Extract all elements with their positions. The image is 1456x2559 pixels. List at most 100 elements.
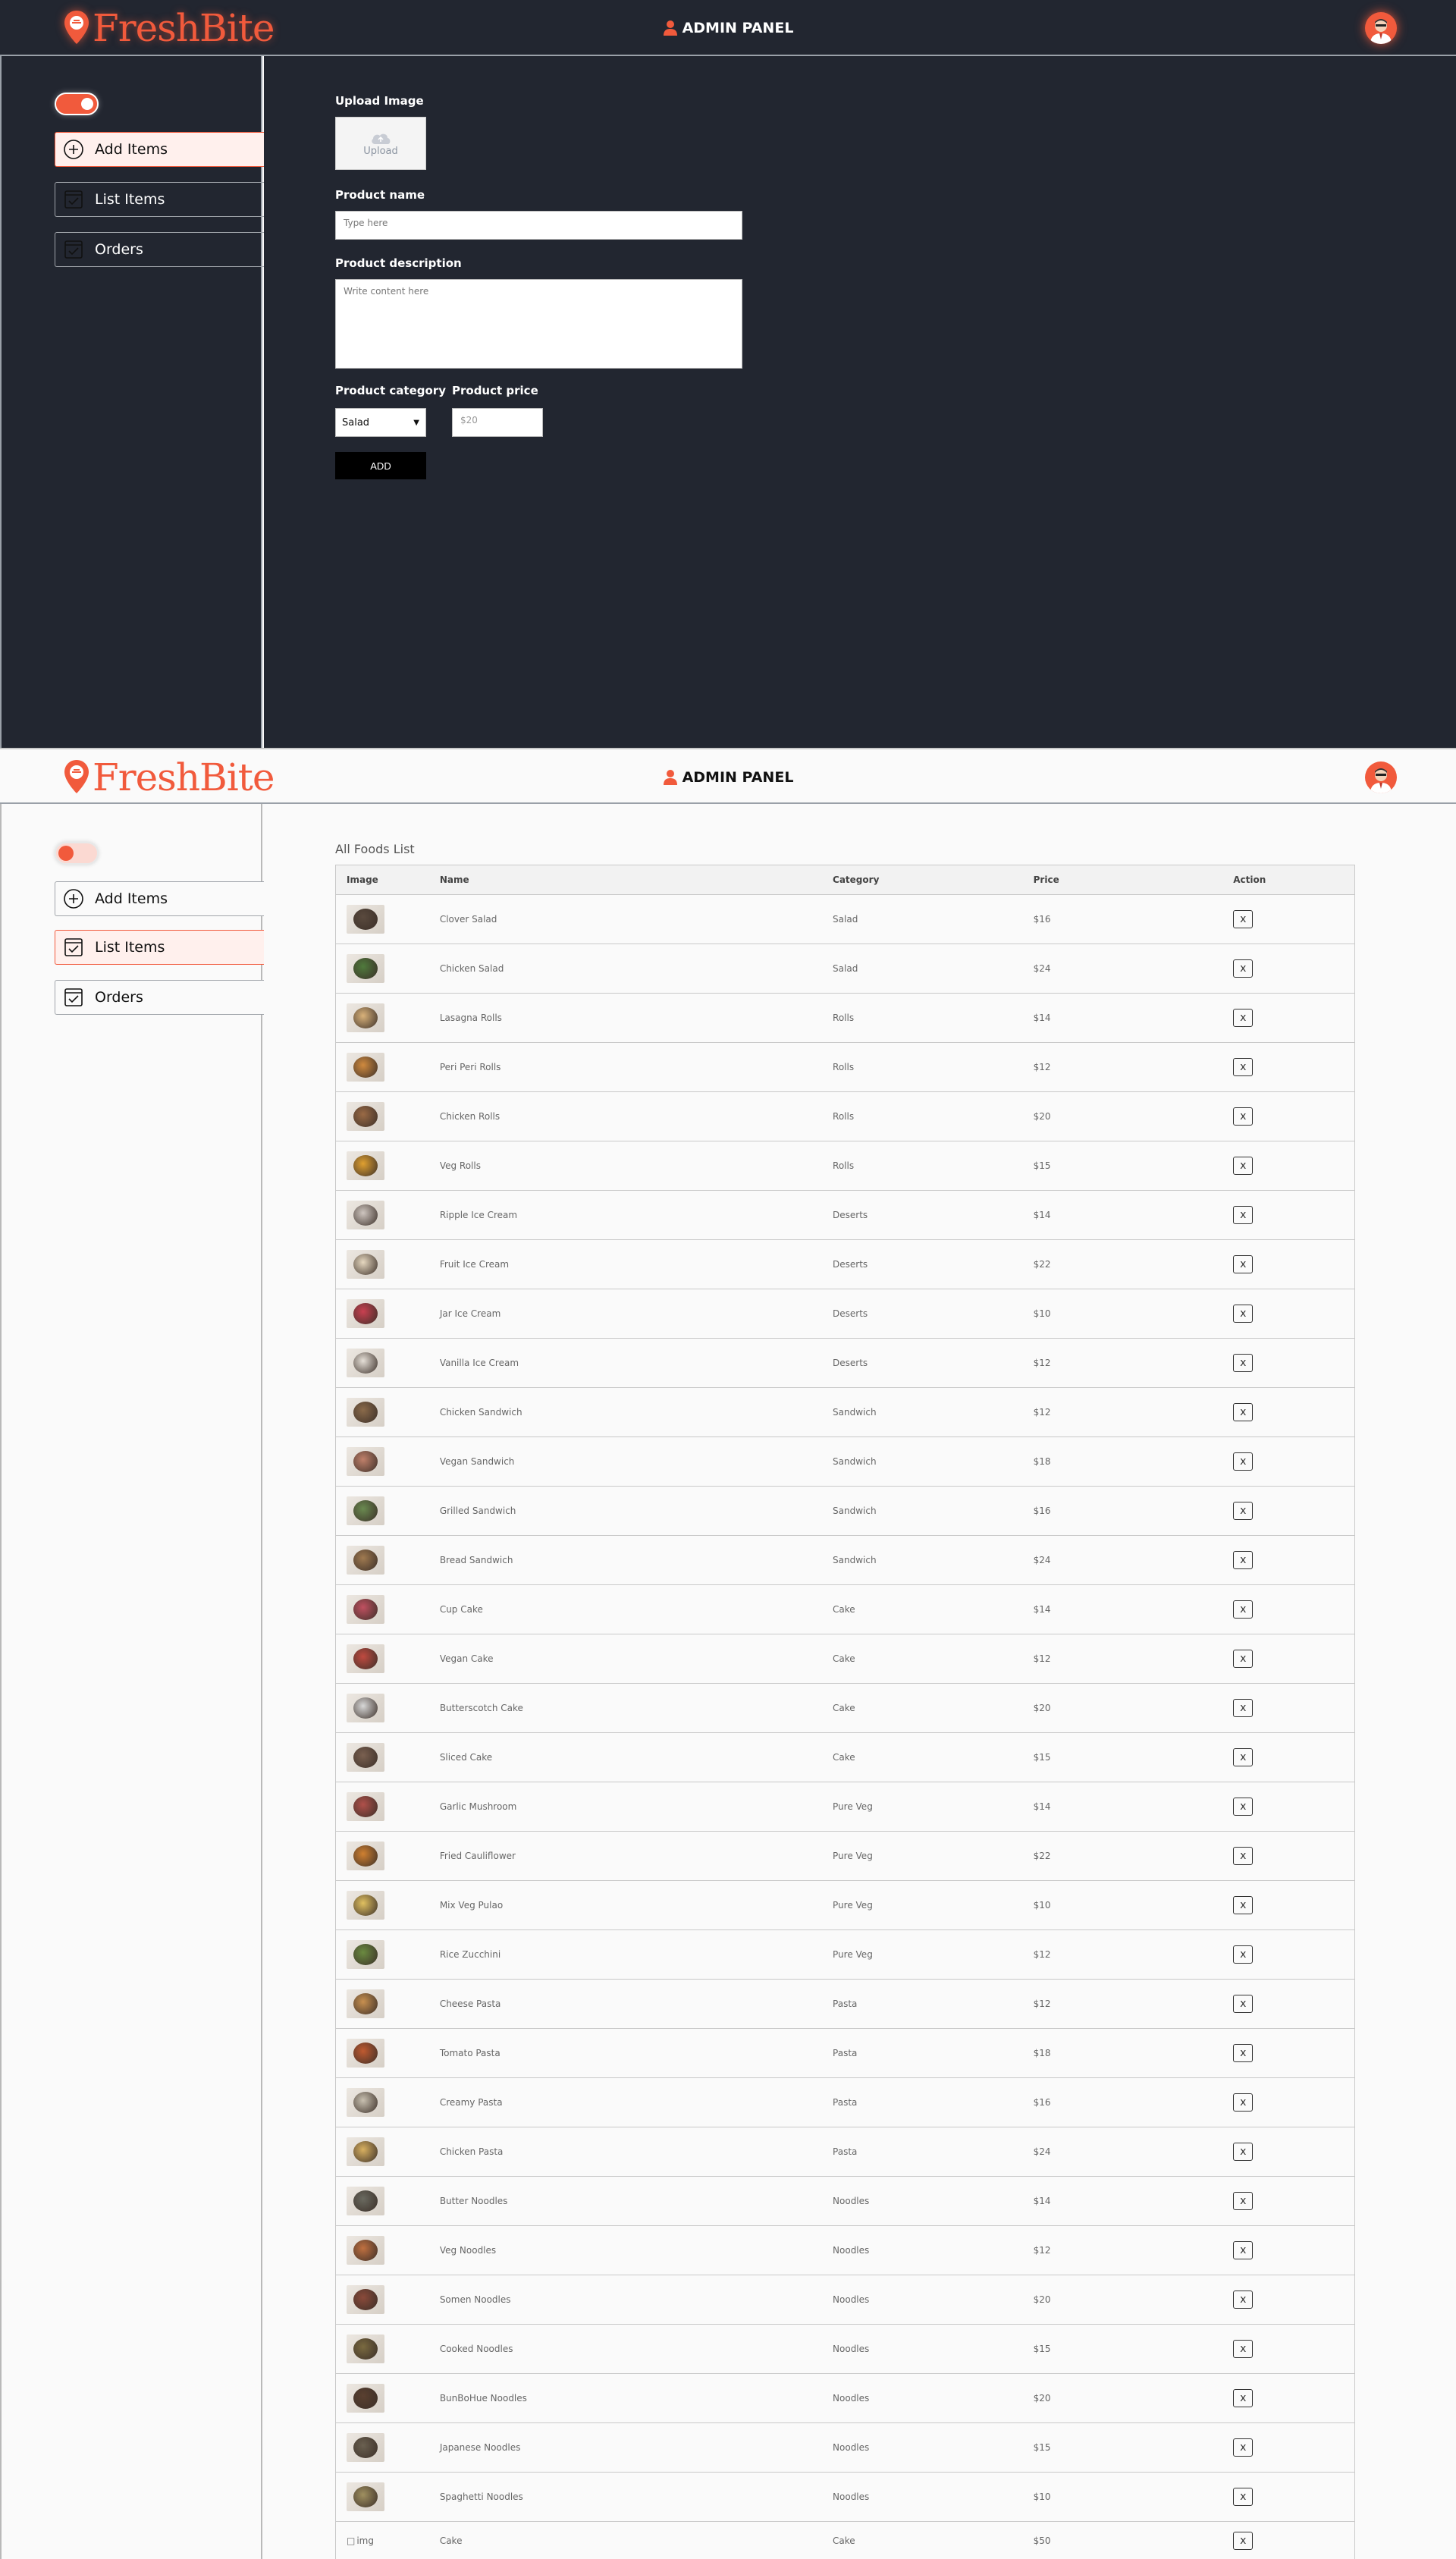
- remove-item-button[interactable]: x: [1233, 2044, 1254, 2062]
- remove-item-button[interactable]: x: [1233, 2241, 1254, 2259]
- food-thumbnail: [347, 2433, 384, 2462]
- remove-item-button[interactable]: x: [1233, 1699, 1254, 1717]
- product-category-select[interactable]: Salad ▼: [335, 408, 426, 437]
- avatar[interactable]: [1365, 12, 1397, 44]
- checklist-icon: [63, 987, 84, 1008]
- remove-item-button[interactable]: x: [1233, 1945, 1254, 1964]
- remove-item-button[interactable]: x: [1233, 1009, 1254, 1027]
- food-name: Chicken Pasta: [439, 2146, 504, 2157]
- food-price: $18: [1033, 2048, 1051, 2058]
- remove-item-button[interactable]: x: [1233, 1452, 1254, 1471]
- remove-item-button[interactable]: x: [1233, 2389, 1254, 2407]
- food-name: Cake: [439, 2535, 463, 2546]
- product-name-input[interactable]: Type here: [335, 211, 742, 240]
- page-title: All Foods List: [335, 842, 415, 856]
- table-row: BunBoHue Noodles Noodles $20 x: [335, 2374, 1355, 2423]
- sidebar-item-add-items[interactable]: Add Items: [55, 132, 264, 167]
- remove-item-button[interactable]: x: [1233, 1995, 1254, 2013]
- remove-item-button[interactable]: x: [1233, 2093, 1254, 2112]
- remove-item-button[interactable]: x: [1233, 1600, 1254, 1619]
- remove-item-button[interactable]: x: [1233, 1305, 1254, 1323]
- product-price-input[interactable]: $20: [452, 408, 543, 437]
- remove-item-button[interactable]: x: [1233, 2143, 1254, 2161]
- remove-item-button[interactable]: x: [1233, 1157, 1254, 1175]
- table-row: Lasagna Rolls Rolls $14 x: [335, 994, 1355, 1043]
- food-price: $14: [1033, 1013, 1051, 1023]
- cell-image: [336, 1003, 440, 1032]
- food-price: $12: [1033, 1999, 1051, 2009]
- food-category: Sandwich: [833, 1456, 877, 1467]
- table-row: Vegan Sandwich Sandwich $18 x: [335, 1437, 1355, 1487]
- table-row: Rice Zucchini Pure Veg $12 x: [335, 1930, 1355, 1980]
- remove-item-button[interactable]: x: [1233, 1206, 1254, 1224]
- sidebar-item-label: Orders: [95, 241, 143, 258]
- remove-item-button[interactable]: x: [1233, 2488, 1254, 2506]
- product-description-textarea[interactable]: Write content here: [335, 279, 742, 369]
- remove-item-button[interactable]: x: [1233, 2340, 1254, 2358]
- avatar[interactable]: [1365, 761, 1397, 793]
- cell-image: [336, 1644, 440, 1673]
- remove-item-button[interactable]: x: [1233, 1354, 1254, 1372]
- remove-item-button[interactable]: x: [1233, 2531, 1254, 2550]
- food-category: Sandwich: [833, 1506, 877, 1516]
- cell-image: [336, 2384, 440, 2413]
- cell-action: x: [1233, 1551, 1354, 1569]
- sidebar-item-list-items[interactable]: List Items: [55, 182, 264, 217]
- food-price: $18: [1033, 1456, 1051, 1467]
- remove-item-button[interactable]: x: [1233, 2291, 1254, 2309]
- table-row: Garlic Mushroom Pure Veg $14 x: [335, 1782, 1355, 1832]
- food-name: Chicken Rolls: [439, 1111, 500, 1122]
- sidebar-item-add-items[interactable]: Add Items: [55, 881, 264, 916]
- food-thumbnail: [347, 2482, 384, 2511]
- remove-item-button[interactable]: x: [1233, 2192, 1254, 2210]
- sidebar-item-orders[interactable]: Orders: [55, 980, 264, 1015]
- remove-item-button[interactable]: x: [1233, 1748, 1254, 1766]
- theme-toggle[interactable]: [55, 93, 99, 115]
- cell-image: [336, 2039, 440, 2068]
- remove-item-button[interactable]: x: [1233, 2438, 1254, 2457]
- food-name: Chicken Sandwich: [439, 1407, 522, 1418]
- admin-panel-title: ADMIN PANEL: [0, 749, 1456, 805]
- image-alt-text: img: [356, 2535, 374, 2546]
- food-thumbnail: [347, 1299, 384, 1328]
- food-price: $24: [1033, 963, 1051, 974]
- remove-item-button[interactable]: x: [1233, 1896, 1254, 1914]
- food-thumbnail: [347, 1891, 384, 1920]
- food-price: $12: [1033, 1653, 1051, 1664]
- remove-item-button[interactable]: x: [1233, 1551, 1254, 1569]
- sidebar-item-list-items[interactable]: List Items: [55, 930, 264, 965]
- column-header: Image: [347, 874, 378, 885]
- food-thumbnail: [347, 1349, 384, 1377]
- food-category: Rolls: [833, 1013, 855, 1023]
- remove-item-button[interactable]: x: [1233, 1107, 1254, 1126]
- food-name: Vegan Sandwich: [439, 1456, 515, 1467]
- remove-item-button[interactable]: x: [1233, 1650, 1254, 1668]
- food-category: Pure Veg: [833, 1949, 873, 1960]
- food-thumbnail: [347, 2285, 384, 2314]
- remove-item-button[interactable]: x: [1233, 910, 1254, 928]
- remove-item-button[interactable]: x: [1233, 1255, 1254, 1273]
- remove-item-button[interactable]: x: [1233, 1798, 1254, 1816]
- food-thumbnail: [347, 1250, 384, 1279]
- cell-image: [336, 1842, 440, 1870]
- food-price: $15: [1033, 1752, 1051, 1763]
- food-category: Pasta: [833, 2097, 858, 2108]
- food-category: Cake: [833, 1653, 855, 1664]
- cell-action: x: [1233, 1896, 1354, 1914]
- food-thumbnail: [347, 1496, 384, 1525]
- remove-item-button[interactable]: x: [1233, 1403, 1254, 1421]
- sidebar-item-orders[interactable]: Orders: [55, 232, 264, 267]
- column-header: Action: [1233, 874, 1266, 885]
- cell-image: [336, 1940, 440, 1969]
- remove-item-button[interactable]: x: [1233, 1502, 1254, 1520]
- top-header: FreshBite ADMIN PANEL: [0, 0, 1456, 56]
- cell-image: [336, 1398, 440, 1427]
- cell-image: [336, 2088, 440, 2117]
- remove-item-button[interactable]: x: [1233, 1058, 1254, 1076]
- theme-toggle[interactable]: [55, 842, 99, 865]
- add-button[interactable]: ADD: [335, 452, 426, 479]
- upload-image-button[interactable]: Upload: [335, 117, 426, 170]
- table-row: Clover Salad Salad $16 x: [335, 895, 1355, 944]
- remove-item-button[interactable]: x: [1233, 959, 1254, 978]
- remove-item-button[interactable]: x: [1233, 1847, 1254, 1865]
